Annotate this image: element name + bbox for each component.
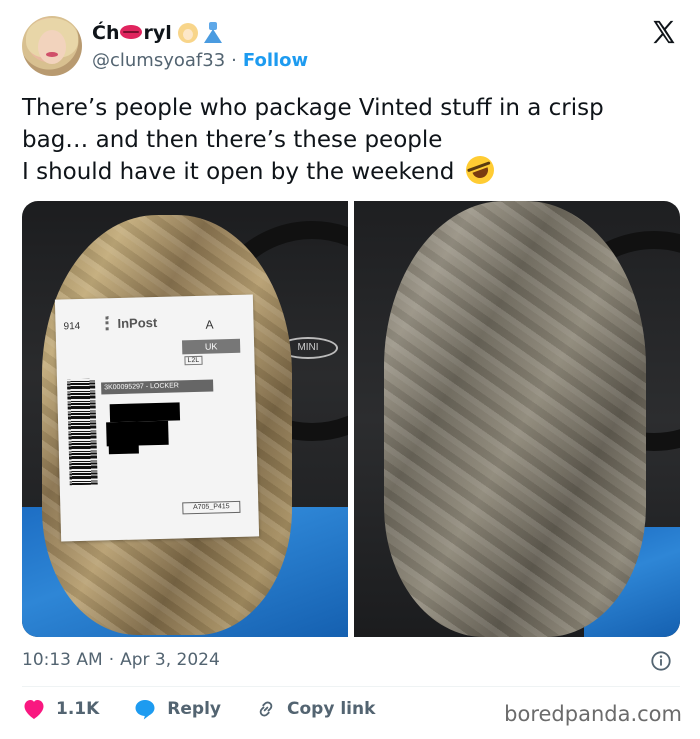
tweet-media[interactable]: MINI 914 InPost A UK L2L 3K00095297 - LO… <box>22 201 680 637</box>
tweet-date: Apr 3, 2024 <box>120 650 220 670</box>
photo-right[interactable] <box>354 201 680 637</box>
user-handle[interactable]: @clumsyoaf33 <box>92 50 225 71</box>
rolling-laughing-emoji-icon <box>461 152 498 188</box>
copy-link-button[interactable]: Copy link <box>255 698 375 720</box>
timestamp[interactable]: 10:13 AM · Apr 3, 2024 <box>22 650 220 670</box>
tweet-header: Ćh ryl @clumsyoaf33 · Follow <box>22 14 682 78</box>
display-name-row[interactable]: Ćh ryl <box>92 22 222 44</box>
label-country: UK <box>181 338 241 355</box>
reply-label: Reply <box>167 699 221 719</box>
label-sublabel: L2L <box>184 355 203 366</box>
info-icon[interactable] <box>650 650 672 672</box>
barcode-icon <box>66 378 98 486</box>
tweet-time: 10:13 AM <box>22 650 103 670</box>
label-number: 914 <box>63 320 81 333</box>
follow-button[interactable]: Follow <box>243 50 308 71</box>
redaction <box>106 420 169 447</box>
redaction <box>109 402 181 423</box>
like-button[interactable]: 1.1K <box>22 698 99 720</box>
blonde-person-emoji-icon <box>177 23 198 43</box>
label-code: A705_P415 <box>182 500 241 515</box>
lips-emoji-icon <box>120 24 143 39</box>
divider <box>22 686 680 687</box>
dress-emoji-icon <box>203 22 222 44</box>
watermark: boredpanda.com <box>504 702 682 726</box>
x-logo-icon[interactable] <box>650 18 678 46</box>
link-icon <box>259 701 273 717</box>
copy-link-label: Copy link <box>287 699 376 719</box>
photo-left[interactable]: MINI 914 InPost A UK L2L 3K00095297 - LO… <box>22 201 348 637</box>
label-letter: A <box>205 317 214 332</box>
separator-dot: · <box>108 650 115 670</box>
redaction <box>108 443 139 455</box>
inpost-logo-icon <box>105 316 116 331</box>
label-locker: 3K00095297 - LOCKER <box>101 379 214 395</box>
tweet-line: There’s people who package Vinted stuff … <box>22 95 604 121</box>
action-bar: 1.1K Reply Copy link <box>22 698 409 720</box>
shipping-label: 914 InPost A UK L2L 3K00095297 - LOCKER … <box>54 294 260 542</box>
heart-icon <box>24 700 44 719</box>
label-brand: InPost <box>117 314 158 331</box>
tweet-text: There’s people who package Vinted stuff … <box>22 92 682 188</box>
reply-button[interactable]: Reply <box>133 698 221 720</box>
display-name[interactable]: Ćh ryl <box>92 22 172 44</box>
avatar[interactable] <box>22 16 82 76</box>
wrapped-parcel <box>384 201 646 637</box>
tweet-line: I should have it open by the weekend <box>22 152 682 188</box>
reply-bubble-icon <box>135 700 155 720</box>
tweet-line: bag… and then there’s these people <box>22 127 443 153</box>
handle-row: @clumsyoaf33 · Follow <box>92 50 308 71</box>
like-count: 1.1K <box>56 699 100 719</box>
separator-dot: · <box>231 50 237 71</box>
